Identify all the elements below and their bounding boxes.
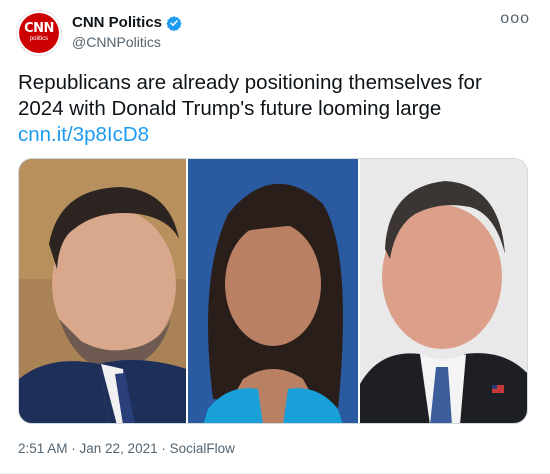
tweet-body: Republicans are already positioning them…: [18, 71, 482, 120]
tweet-text: Republicans are already positioning them…: [18, 70, 533, 148]
photo-right[interactable]: [359, 159, 527, 423]
media-grid[interactable]: [18, 158, 528, 424]
photo-middle[interactable]: [188, 159, 358, 423]
name-row: CNN Politics: [72, 14, 182, 31]
tweet-card: CNN politics CNN Politics @CNNPolitics o…: [0, 0, 550, 474]
photo-left-illustration: [19, 159, 187, 423]
tweet-link[interactable]: cnn.it/3p8IcD8: [18, 122, 533, 148]
verified-badge-icon: [166, 15, 182, 31]
photo-middle-illustration: [188, 159, 358, 423]
display-name[interactable]: CNN Politics: [72, 14, 162, 31]
handle[interactable]: @CNNPolitics: [72, 34, 161, 50]
avatar-logo-text: CNN: [24, 21, 54, 36]
cnn-logo-icon: CNN politics: [19, 13, 59, 53]
more-options-icon[interactable]: ooo: [500, 10, 530, 28]
photo-right-illustration: [359, 159, 527, 423]
photo-left[interactable]: [19, 159, 187, 423]
tweet-timestamp[interactable]: 2:51 AM · Jan 22, 2021 · SocialFlow: [18, 441, 235, 456]
avatar-logo-subtext: politics: [29, 36, 49, 42]
avatar[interactable]: CNN politics: [16, 10, 62, 56]
